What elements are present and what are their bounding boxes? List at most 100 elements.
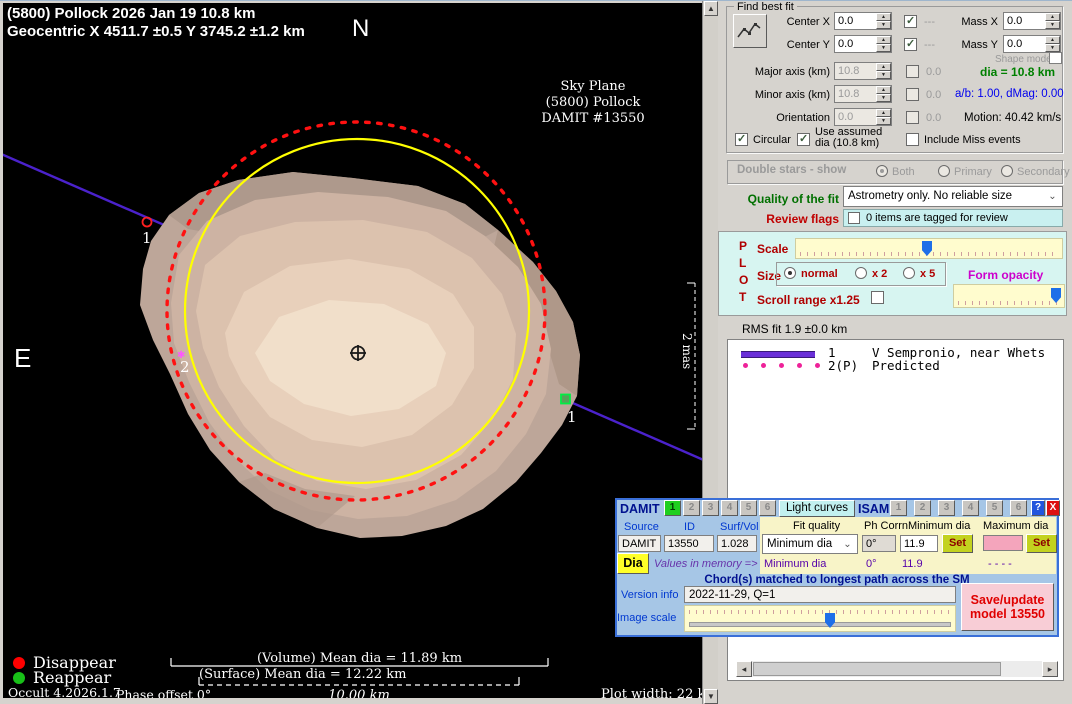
size-normal-radio[interactable] xyxy=(784,267,796,279)
form-opacity-slider[interactable] xyxy=(953,284,1065,308)
size-x2-label: x 2 xyxy=(872,268,887,280)
mass-y-input[interactable]: 0.0 ▲▼ xyxy=(1003,35,1061,53)
isam-tab-5[interactable]: 5 xyxy=(986,500,1003,516)
scroll-down-icon[interactable]: ▼ xyxy=(704,689,718,704)
center-y-checkbox[interactable] xyxy=(904,38,917,51)
version-info-input[interactable]: 2022-11-29, Q=1 xyxy=(684,586,956,603)
min-dia-input[interactable]: 11.9 xyxy=(900,535,938,552)
mas-label: 2 mas xyxy=(680,333,694,373)
close-button[interactable]: X xyxy=(1046,500,1060,516)
scroll-range-checkbox[interactable] xyxy=(871,291,884,304)
plot-letter-o: O xyxy=(739,273,748,287)
north-label: N xyxy=(352,15,369,43)
annotation-damit: DAMIT #13550 xyxy=(503,111,683,126)
east-label: E xyxy=(14,343,31,374)
dia-button[interactable]: Dia xyxy=(617,553,649,574)
double-secondary-label: Secondary xyxy=(1017,166,1070,178)
ph-corrn-header: Ph Corrn xyxy=(864,520,908,532)
major-axis-flag: 0.0 xyxy=(926,66,941,78)
isam-tab-3[interactable]: 3 xyxy=(938,500,955,516)
save-update-button[interactable]: Save/update model 13550 xyxy=(961,583,1054,631)
circular-checkbox[interactable] xyxy=(735,133,748,146)
isam-tab-1[interactable]: 1 xyxy=(890,500,907,516)
review-flags-checkbox[interactable] xyxy=(848,212,860,224)
damit-tab-1[interactable]: 1 xyxy=(664,500,681,516)
scale-slider[interactable] xyxy=(795,238,1063,259)
legend-scroll-thumb[interactable] xyxy=(753,662,1001,676)
center-x-input[interactable]: 0.0 ▲▼ xyxy=(834,12,892,30)
phase-offset: Phase offset 0° xyxy=(116,687,211,698)
size-x5-radio[interactable] xyxy=(903,267,915,279)
center-x-flag: --- xyxy=(924,16,935,28)
scalebar-label: 10.00 km xyxy=(303,688,415,698)
mass-x-input[interactable]: 0.0 ▲▼ xyxy=(1003,12,1061,30)
center-y-input[interactable]: 0.0 ▲▼ xyxy=(834,35,892,53)
fit-quality-dropdown[interactable]: Minimum dia ⌄ xyxy=(762,534,858,554)
isam-tab-2[interactable]: 2 xyxy=(914,500,931,516)
volume-dia-label: (Volume) Mean dia = 11.89 km xyxy=(171,651,548,666)
isam-tab-6[interactable]: 6 xyxy=(1010,500,1027,516)
image-scale-groove xyxy=(689,622,951,627)
assumed-dia-checkbox[interactable] xyxy=(797,133,810,146)
ph-corrn-value[interactable]: 0° xyxy=(862,535,896,552)
review-flags-text: 0 items are tagged for review xyxy=(866,212,1008,224)
double-stars-title: Double stars - show xyxy=(737,164,846,176)
size-x5-label: x 5 xyxy=(920,268,935,280)
double-primary-label: Primary xyxy=(954,166,992,178)
rms-fit-text: RMS fit 1.9 ±0.0 km xyxy=(742,322,847,336)
center-y-flag: --- xyxy=(924,39,935,51)
center-y-spin-icon[interactable]: ▲▼ xyxy=(876,36,891,52)
size-x2-radio[interactable] xyxy=(855,267,867,279)
version-info-label: Version info xyxy=(621,589,678,601)
scroll-left-icon[interactable]: ◂ xyxy=(736,661,752,677)
damit-tab-2[interactable]: 2 xyxy=(683,500,700,516)
help-button[interactable]: ? xyxy=(1031,500,1045,516)
scroll-up-icon[interactable]: ▲ xyxy=(704,1,718,16)
review-flags-box: 0 items are tagged for review xyxy=(843,209,1063,227)
scale-label: Scale xyxy=(757,242,788,256)
orientation-flag: 0.0 xyxy=(926,112,941,124)
isam-tab-4[interactable]: 4 xyxy=(962,500,979,516)
chord-label-start: 1 xyxy=(142,229,152,247)
shape-model-label: Shape model xyxy=(995,54,1054,65)
legend-h-scrollbar[interactable]: ◂ ▸ xyxy=(736,661,1058,677)
circular-label: Circular xyxy=(753,134,791,146)
damit-tab-5[interactable]: 5 xyxy=(740,500,757,516)
shape-model-checkbox[interactable] xyxy=(1049,52,1062,64)
quality-dropdown[interactable]: Astrometry only. No reliable size ⌄ xyxy=(843,186,1063,207)
minor-axis-input: 10.8 ▲▼ xyxy=(834,85,892,103)
chevron-down-icon[interactable]: ⌄ xyxy=(840,537,855,551)
image-scale-slider[interactable] xyxy=(684,605,956,632)
quality-value: Astrometry only. No reliable size xyxy=(848,190,1012,202)
orientation-input: 0.0 ▲▼ xyxy=(834,108,892,126)
minor-axis-flag: 0.0 xyxy=(926,89,941,101)
miss-events-label: Include Miss events xyxy=(924,134,1021,146)
source-header: Source xyxy=(624,521,659,533)
predicted-label: 2 xyxy=(180,358,190,376)
set-min-button[interactable]: Set xyxy=(942,534,973,553)
fit-chart-button[interactable] xyxy=(733,14,767,48)
plot-title-line2: Geocentric X 4511.7 ±0.5 Y 3745.2 ±1.2 k… xyxy=(7,23,305,40)
miss-events-checkbox[interactable] xyxy=(906,133,919,146)
max-dia-header: Maximum dia xyxy=(983,520,1048,532)
set-max-button[interactable]: Set xyxy=(1026,534,1057,553)
memory-note: Values in memory => xyxy=(654,558,758,570)
disappear-dot-icon xyxy=(13,657,25,669)
light-curves-button[interactable]: Light curves xyxy=(779,500,855,517)
chevron-down-icon[interactable]: ⌄ xyxy=(1045,189,1060,204)
damit-tab-4[interactable]: 4 xyxy=(721,500,738,516)
plot-letter-p: P xyxy=(739,239,747,253)
ab-note: a/b: 1.00, dMag: 0.00 xyxy=(955,88,1064,100)
double-primary-radio xyxy=(938,165,950,177)
center-x-spin-icon[interactable]: ▲▼ xyxy=(876,13,891,29)
annotation-object: (5800) Pollock xyxy=(503,95,683,110)
damit-tab-6[interactable]: 6 xyxy=(759,500,776,516)
damit-tab-3[interactable]: 3 xyxy=(702,500,719,516)
mass-x-spin-icon[interactable]: ▲▼ xyxy=(1045,13,1060,29)
center-x-checkbox[interactable] xyxy=(904,15,917,28)
mass-y-spin-icon[interactable]: ▲▼ xyxy=(1045,36,1060,52)
save-line2: model 13550 xyxy=(962,607,1053,621)
max-dia-input[interactable] xyxy=(983,535,1023,551)
scroll-right-icon[interactable]: ▸ xyxy=(1042,661,1058,677)
major-axis-label: Major axis (km) xyxy=(742,66,830,78)
